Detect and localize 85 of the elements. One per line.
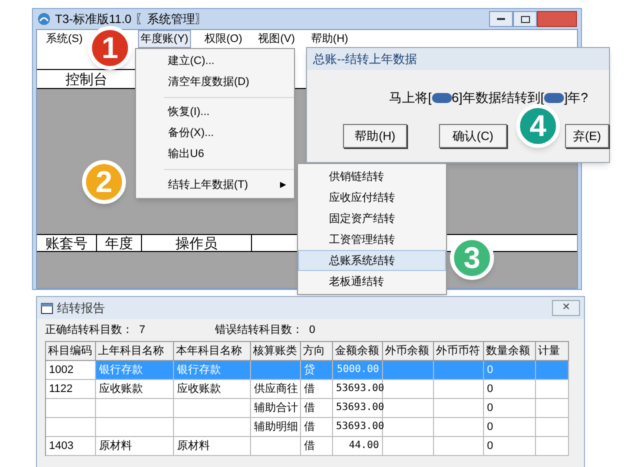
table-cell: [434, 380, 484, 399]
table-cell: 应收账款: [96, 380, 174, 399]
menu-option[interactable]: 供销链结转: [298, 166, 446, 187]
table-cell: 0: [484, 399, 536, 418]
dialog-button[interactable]: 确认(C): [439, 124, 507, 148]
table-cell: 1403: [46, 437, 96, 456]
table-cell: [536, 399, 569, 418]
table-cell: [536, 361, 569, 380]
table-cell: [383, 399, 434, 418]
table-cell: 辅助合计: [251, 399, 301, 418]
table-header: 年度: [97, 235, 142, 251]
table-cell: 44.00: [333, 437, 383, 456]
table-cell: 银行存款: [96, 361, 174, 380]
table-cell: [383, 418, 434, 437]
table-header: 操作员: [142, 235, 252, 251]
menu-option[interactable]: 结转上年数据(T) ▶: [136, 174, 294, 196]
table-cell: 53693.00: [333, 380, 383, 399]
table-row[interactable]: 辅助合计 借 53693.00 0: [46, 399, 569, 418]
table-row[interactable]: 1403 原材料 原材料 借 44.00 0: [46, 437, 569, 456]
table-cell: 1122: [46, 380, 96, 399]
maximize-button[interactable]: [513, 11, 537, 27]
menu-option[interactable]: 清空年度数据(D): [136, 72, 294, 93]
table-cell: 0: [484, 418, 536, 437]
table-cell: [251, 437, 301, 456]
window-icon: [41, 302, 53, 314]
table-row[interactable]: 1002 银行存款 银行存款 贷 5000.00 0: [46, 361, 569, 380]
table-cell: [434, 361, 484, 380]
table-cell: 贷: [301, 361, 333, 380]
table-cell: 53693.00: [333, 418, 383, 437]
table-cell: 银行存款: [174, 361, 251, 380]
table-cell: 供应商往: [251, 380, 301, 399]
table-cell: 借: [301, 380, 333, 399]
window-title: T3-标准版11.0 〖系统管理〗: [55, 11, 207, 28]
table-cell: [434, 418, 484, 437]
table-cell: 53693.00: [333, 399, 383, 418]
table-row[interactable]: 辅助明细 借 53693.00 0: [46, 418, 569, 437]
dialog-title: 总账--结转上年数据: [307, 48, 609, 70]
table-cell: [536, 380, 569, 399]
menu-option[interactable]: 总账系统结转: [298, 250, 446, 271]
table-cell: 原材料: [174, 437, 251, 456]
table-cell: 借: [301, 418, 333, 437]
app-icon: [37, 12, 51, 26]
window-title: 结转报告: [57, 300, 105, 317]
column-header: 科目编码: [46, 342, 96, 361]
menu-item[interactable]: 视图(V): [255, 30, 298, 48]
menu-item[interactable]: 系统(S): [43, 30, 86, 48]
menu-item[interactable]: 帮助(H): [308, 30, 352, 48]
dialog-message: 马上将[ 6]年数据结转到[ ]年?: [389, 89, 589, 107]
menu-option[interactable]: 应收应付结转: [298, 187, 446, 208]
table-row[interactable]: 1122 应收账款 应收账款 供应商往 借 53693.00 0: [46, 380, 569, 399]
dialog-button[interactable]: 弃(E): [564, 124, 610, 148]
table-cell: 原材料: [96, 437, 174, 456]
table-cell: 5000.00: [333, 361, 383, 380]
table-cell: 0: [484, 437, 536, 456]
table-cell: [383, 437, 434, 456]
dialog-button[interactable]: 帮助(H): [343, 124, 408, 148]
menu-option[interactable]: 输出U6: [136, 144, 294, 165]
table-cell: 借: [301, 437, 333, 456]
table-cell: [383, 380, 434, 399]
table-cell: [536, 418, 569, 437]
menu-item[interactable]: 权限(O): [201, 30, 246, 48]
table-cell: [251, 361, 301, 380]
table-cell: [536, 437, 569, 456]
table-cell: [383, 361, 434, 380]
menu-option[interactable]: 老板通结转: [298, 271, 446, 292]
close-button[interactable]: ✕: [552, 300, 580, 316]
minimize-button[interactable]: [489, 11, 513, 27]
table-cell: 0: [484, 361, 536, 380]
menu-item[interactable]: 年度账(Y): [138, 30, 192, 48]
menu-option[interactable]: 备份(X)...: [136, 123, 294, 144]
table-cell: [434, 437, 484, 456]
menu-option[interactable]: 固定资产结转: [298, 208, 446, 229]
summary-text: 错误结转科目数： 0: [215, 322, 316, 338]
table-cell: [46, 399, 96, 418]
table-header: 账套号: [37, 235, 97, 251]
menu-option[interactable]: 工资管理结转: [298, 229, 446, 250]
menu-option[interactable]: 恢复(I)...: [136, 102, 294, 123]
menu-option[interactable]: 建立(C)...: [136, 51, 294, 72]
table-cell: 借: [301, 399, 333, 418]
table-cell: 0: [484, 380, 536, 399]
table-cell: [434, 399, 484, 418]
table-cell: [46, 418, 96, 437]
table-cell: 应收账款: [174, 380, 251, 399]
summary-text: 正确结转科目数： 7: [45, 322, 146, 338]
table-cell: 辅助明细: [251, 418, 301, 437]
